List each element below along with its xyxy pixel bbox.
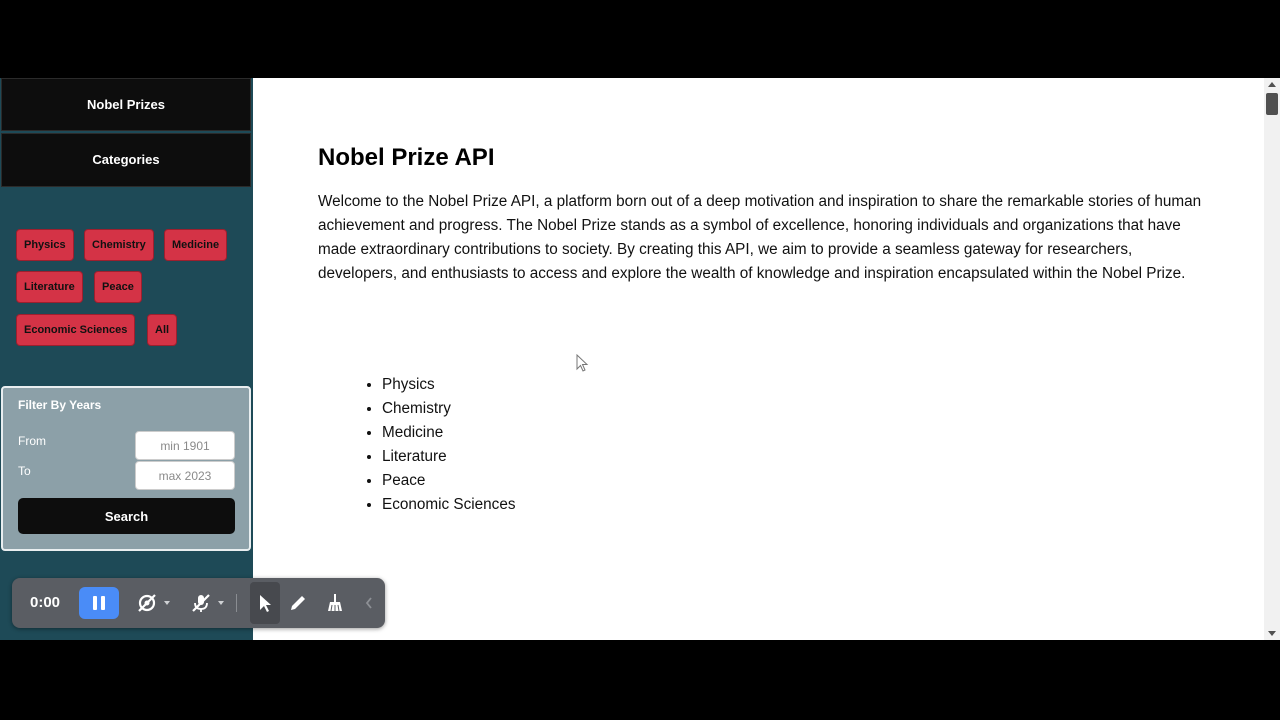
- main-content: Nobel Prize API Welcome to the Nobel Pri…: [253, 78, 1264, 640]
- pause-button[interactable]: [79, 587, 119, 619]
- chevron-down-icon[interactable]: [164, 601, 170, 605]
- list-item: Chemistry: [382, 397, 515, 421]
- from-label: From: [18, 434, 46, 448]
- broom-icon: [328, 594, 342, 612]
- page-title: Nobel Prize API: [318, 144, 495, 171]
- chip-physics[interactable]: Physics: [16, 229, 74, 261]
- chevron-down-icon[interactable]: [218, 601, 224, 605]
- to-year-input[interactable]: [135, 461, 235, 490]
- scroll-up-icon[interactable]: [1268, 82, 1276, 87]
- chevron-left-icon: [365, 597, 372, 609]
- list-item: Literature: [382, 445, 515, 469]
- chip-literature[interactable]: Literature: [16, 271, 83, 303]
- sidebar: Nobel Prizes Categories Physics Chemistr…: [0, 78, 253, 640]
- collapse-toolbar-button[interactable]: [362, 587, 376, 619]
- pointer-icon: [260, 595, 271, 612]
- vertical-scrollbar[interactable]: [1264, 78, 1280, 640]
- year-filter-panel: Filter By Years From To Search: [1, 386, 251, 551]
- eraser-tool-button[interactable]: [322, 587, 348, 619]
- list-item: Economic Sciences: [382, 493, 515, 517]
- search-button[interactable]: Search: [18, 498, 235, 534]
- chip-economic-sciences[interactable]: Economic Sciences: [16, 314, 136, 346]
- pencil-tool-button[interactable]: [285, 587, 311, 619]
- camera-off-icon: [138, 594, 156, 612]
- pause-icon: [91, 596, 107, 610]
- mic-toggle-button[interactable]: [188, 587, 214, 619]
- scroll-down-icon[interactable]: [1268, 631, 1276, 636]
- mouse-cursor-icon: [576, 354, 589, 372]
- chip-medicine[interactable]: Medicine: [164, 229, 228, 261]
- pointer-tool[interactable]: [252, 587, 278, 619]
- pencil-icon: [291, 596, 305, 610]
- chip-all[interactable]: All: [147, 314, 178, 346]
- list-item: Medicine: [382, 421, 515, 445]
- screen-recorder-toolbar: 0:00: [12, 578, 385, 628]
- chip-peace[interactable]: Peace: [94, 271, 142, 303]
- from-year-input[interactable]: [135, 431, 235, 460]
- scrollbar-thumb[interactable]: [1266, 93, 1278, 115]
- recording-timer: 0:00: [30, 594, 61, 611]
- toolbar-divider: [236, 594, 237, 612]
- camera-toggle-button[interactable]: [134, 587, 160, 619]
- list-item: Peace: [382, 469, 515, 493]
- to-label: To: [18, 464, 31, 478]
- nav-categories[interactable]: Categories: [1, 133, 251, 187]
- list-item: Physics: [382, 373, 515, 397]
- filter-title: Filter By Years: [18, 398, 102, 412]
- nav-nobel-prizes[interactable]: Nobel Prizes: [1, 78, 251, 131]
- category-list: Physics Chemistry Medicine Literature Pe…: [382, 373, 515, 517]
- intro-paragraph: Welcome to the Nobel Prize API, a platfo…: [318, 193, 1202, 282]
- chip-chemistry[interactable]: Chemistry: [84, 229, 154, 261]
- browser-viewport: Nobel Prizes Categories Physics Chemistr…: [0, 78, 1280, 640]
- mic-off-icon: [192, 594, 210, 612]
